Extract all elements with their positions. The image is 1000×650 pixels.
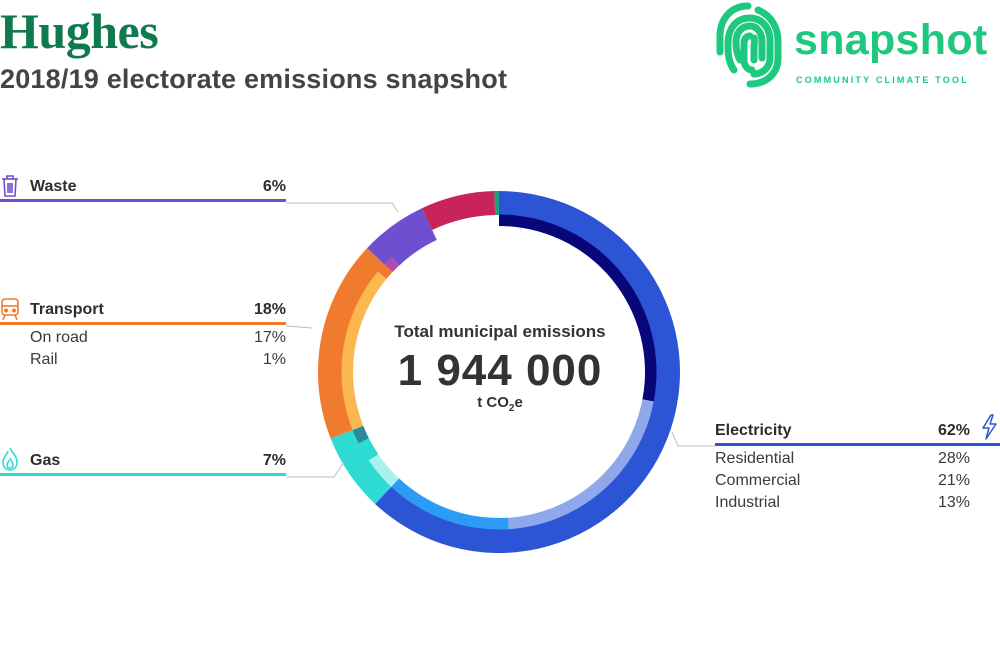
legend-gas-row: Gas 7% (0, 447, 286, 476)
legend-percent: 62% (937, 422, 970, 439)
leader-line-waste (286, 202, 399, 213)
legend-gas: Gas 7% (0, 447, 286, 476)
total-emissions-value: 1 944 000 (397, 346, 603, 395)
leader-line-electricity (671, 431, 715, 447)
lightning-icon (982, 414, 997, 440)
legend-subitem-rail: Rail 1% (30, 351, 286, 368)
legend-subitem-residential: Residential 28% (715, 450, 970, 467)
legend-label: Transport (30, 301, 104, 318)
legend-subitem-industrial: Industrial 13% (715, 494, 970, 511)
leader-line-transport (285, 325, 313, 329)
legend-subitem-on-road: On road 17% (30, 329, 286, 346)
legend-percent: 7% (262, 452, 286, 469)
flame-icon (2, 447, 18, 471)
leader-line-gas (286, 461, 345, 478)
legend-subitem-commercial: Commercial 21% (715, 472, 970, 489)
chart-center-summary: Total municipal emissions 1 944 000 t CO… (370, 322, 630, 414)
center-label: Total municipal emissions (394, 322, 606, 341)
legend-percent: 6% (262, 178, 286, 195)
legend-percent: 18% (253, 301, 286, 318)
legend-transport: Transport 18% On road 17% Rail 1% (0, 298, 286, 369)
legend-waste: Waste 6% (0, 175, 286, 202)
legend-label: Waste (30, 178, 77, 195)
donut-slice-segment-5 (494, 191, 499, 216)
legend-electricity: Electricity 62% Residential 28% Commerci… (715, 414, 1000, 512)
legend-waste-row: Waste 6% (0, 175, 286, 202)
emissions-unit: t CO2e (477, 394, 523, 414)
legend-label: Gas (30, 452, 61, 469)
legend-label: Electricity (715, 422, 792, 439)
donut-slice-segment-4 (421, 191, 496, 230)
legend-transport-row: Transport 18% (0, 298, 286, 325)
legend-electricity-row: Electricity 62% (715, 414, 1000, 446)
trash-can-icon (2, 175, 18, 197)
train-icon (1, 298, 19, 321)
